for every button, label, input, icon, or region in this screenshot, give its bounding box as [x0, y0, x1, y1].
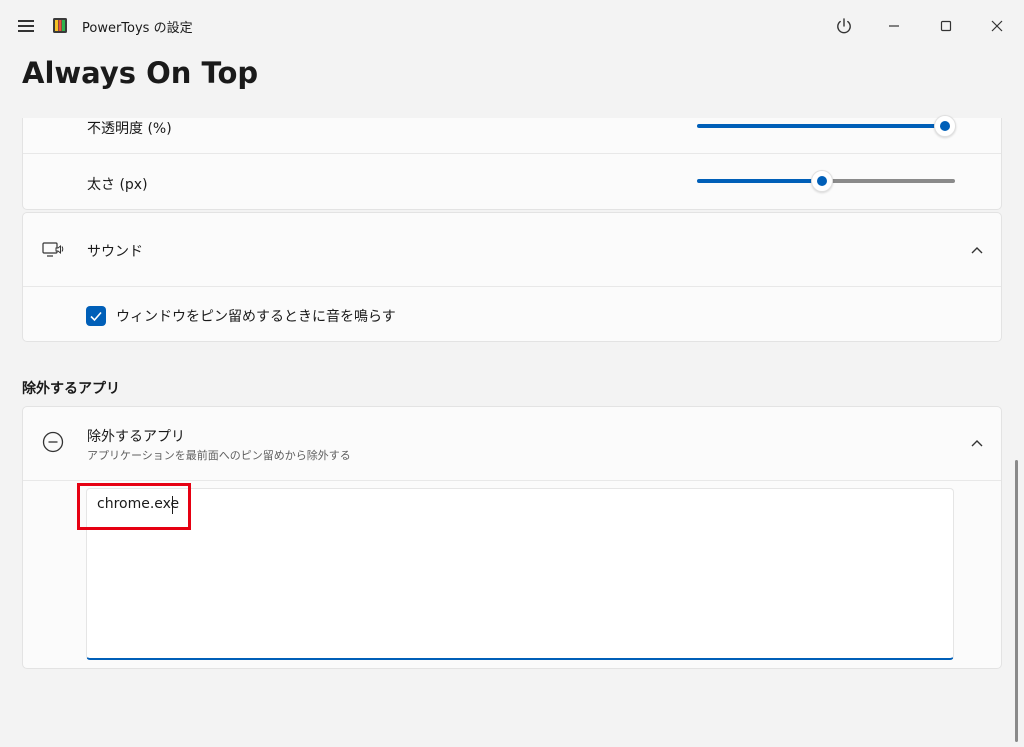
- title-bar: PowerToys の設定: [0, 0, 1024, 52]
- opacity-label: 不透明度 (%): [87, 121, 172, 137]
- minimize-button[interactable]: [880, 12, 908, 40]
- monitor-speaker-icon: [42, 242, 64, 257]
- thickness-slider[interactable]: [697, 170, 957, 192]
- power-button[interactable]: [830, 12, 858, 40]
- minimize-icon: [889, 25, 899, 27]
- appearance-card: 不透明度 (%) 太さ (px): [22, 115, 1002, 210]
- maximize-button[interactable]: [932, 12, 960, 40]
- maximize-icon: [940, 20, 952, 32]
- excluded-chevron-up-icon[interactable]: [967, 433, 987, 453]
- opacity-slider[interactable]: [697, 115, 957, 137]
- excluded-apps-title: 除外するアプリ: [87, 429, 185, 445]
- divider: [23, 286, 1001, 287]
- sound-title: サウンド: [87, 244, 143, 260]
- divider: [23, 153, 1001, 154]
- opacity-slider-thumb[interactable]: [934, 115, 956, 137]
- scrollbar[interactable]: [1015, 460, 1018, 742]
- section-header-excluded-apps: 除外するアプリ: [22, 381, 120, 397]
- close-icon: [991, 20, 1003, 32]
- sound-card: サウンド ウィンドウをピン留めするときに音を鳴らす: [22, 212, 1002, 342]
- page-title: Always On Top: [22, 56, 259, 90]
- annotation-highlight-box: [77, 483, 191, 530]
- thickness-label: 太さ (px): [87, 177, 148, 193]
- excluded-apps-textarea[interactable]: [86, 488, 954, 660]
- sound-checkbox-label: ウィンドウをピン留めするときに音を鳴らす: [116, 309, 396, 325]
- sound-checkbox[interactable]: [86, 306, 106, 326]
- checkmark-icon: [90, 311, 102, 322]
- app-title: PowerToys の設定: [82, 21, 193, 36]
- hamburger-icon[interactable]: [14, 14, 38, 38]
- thickness-slider-thumb[interactable]: [811, 170, 833, 192]
- sound-chevron-up-icon[interactable]: [967, 240, 987, 260]
- close-button[interactable]: [983, 12, 1011, 40]
- excluded-apps-description: アプリケーションを最前面へのピン留めから除外する: [87, 449, 351, 462]
- powertoys-logo: [53, 18, 67, 33]
- divider: [23, 480, 1001, 481]
- minus-circle-icon: [42, 431, 64, 453]
- power-icon: [837, 18, 851, 34]
